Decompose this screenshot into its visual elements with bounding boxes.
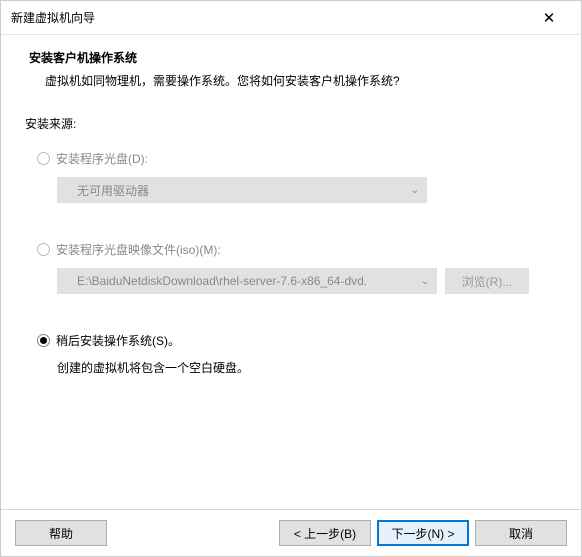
content-area: 安装来源: 安装程序光盘(D): 无可用驱动器 ⌄ 安装程序光盘映像文件(iso… xyxy=(1,105,581,509)
iso-path-dropdown[interactable]: E:\BaiduNetdiskDownload\rhel-server-7.6-… xyxy=(57,268,437,294)
help-button[interactable]: 帮助 xyxy=(15,520,107,546)
footer: 帮助 < 上一步(B) 下一步(N) > 取消 xyxy=(1,509,581,556)
back-button[interactable]: < 上一步(B) xyxy=(279,520,371,546)
option-iso-row[interactable]: 安装程序光盘映像文件(iso)(M): xyxy=(25,241,557,258)
titlebar: 新建虚拟机向导 ✕ xyxy=(1,1,581,35)
option-disc-group: 安装程序光盘(D): 无可用驱动器 ⌄ xyxy=(25,150,557,203)
disc-drive-dropdown[interactable]: 无可用驱动器 ⌄ xyxy=(57,177,427,203)
browse-label: 浏览(R)... xyxy=(462,273,513,290)
cancel-button[interactable]: 取消 xyxy=(475,520,567,546)
radio-disc[interactable] xyxy=(37,152,50,165)
window-title: 新建虚拟机向导 xyxy=(11,9,95,26)
wizard-window: 新建虚拟机向导 ✕ 安装客户机操作系统 虚拟机如同物理机，需要操作系统。您将如何… xyxy=(0,0,582,557)
chevron-down-icon: ⌄ xyxy=(411,185,419,196)
radio-iso[interactable] xyxy=(37,243,50,256)
iso-path-text: E:\BaiduNetdiskDownload\rhel-server-7.6-… xyxy=(77,274,367,288)
option-later-row[interactable]: 稍后安装操作系统(S)。 xyxy=(25,332,557,349)
option-disc-label: 安装程序光盘(D): xyxy=(56,150,148,167)
disc-subcontrol: 无可用驱动器 ⌄ xyxy=(57,177,557,203)
next-button[interactable]: 下一步(N) > xyxy=(377,520,469,546)
header-title: 安装客户机操作系统 xyxy=(29,49,561,66)
back-label: < 上一步(B) xyxy=(294,525,356,542)
help-label: 帮助 xyxy=(49,525,73,542)
browse-button[interactable]: 浏览(R)... xyxy=(445,268,529,294)
option-later-group: 稍后安装操作系统(S)。 创建的虚拟机将包含一个空白硬盘。 xyxy=(25,332,557,376)
option-iso-label: 安装程序光盘映像文件(iso)(M): xyxy=(56,241,221,258)
wizard-header: 安装客户机操作系统 虚拟机如同物理机，需要操作系统。您将如何安装客户机操作系统? xyxy=(1,35,581,105)
close-icon: ✕ xyxy=(543,9,556,27)
option-iso-group: 安装程序光盘映像文件(iso)(M): E:\BaiduNetdiskDownl… xyxy=(25,241,557,294)
disc-drive-text: 无可用驱动器 xyxy=(77,182,149,199)
chevron-down-icon: ⌄ xyxy=(421,276,429,287)
header-description: 虚拟机如同物理机，需要操作系统。您将如何安装客户机操作系统? xyxy=(29,72,561,89)
option-later-label: 稍后安装操作系统(S)。 xyxy=(56,332,180,349)
iso-subcontrol: E:\BaiduNetdiskDownload\rhel-server-7.6-… xyxy=(57,268,557,294)
next-label: 下一步(N) > xyxy=(391,525,454,542)
radio-later[interactable] xyxy=(37,334,50,347)
close-button[interactable]: ✕ xyxy=(529,4,569,32)
install-source-label: 安装来源: xyxy=(25,115,557,132)
cancel-label: 取消 xyxy=(509,525,533,542)
later-note: 创建的虚拟机将包含一个空白硬盘。 xyxy=(57,359,557,376)
option-disc-row[interactable]: 安装程序光盘(D): xyxy=(25,150,557,167)
